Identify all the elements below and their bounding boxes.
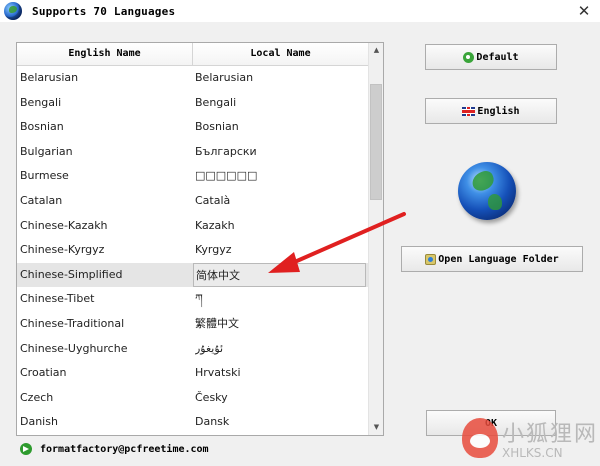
scroll-up-arrow-icon[interactable]: ▲ xyxy=(369,43,383,58)
english-name: Bengali xyxy=(20,95,62,109)
local-name: Català xyxy=(195,193,231,207)
english-name: Catalan xyxy=(20,193,63,207)
uk-flag-icon xyxy=(462,106,476,116)
english-button-label: English xyxy=(477,105,520,117)
english-name: Chinese-Traditional xyxy=(20,316,125,330)
open-language-folder-button[interactable]: Open Language Folder xyxy=(401,246,583,272)
local-name: Kyrgyz xyxy=(195,243,232,257)
english-name: Chinese-Uyghurche xyxy=(20,341,128,355)
green-circle-icon xyxy=(463,51,475,63)
open-folder-button-label: Open Language Folder xyxy=(438,253,559,265)
folder-icon xyxy=(425,253,437,265)
local-name: Bengali xyxy=(195,95,237,109)
status-bar: formatfactory@pcfreetime.com xyxy=(20,441,209,457)
contact-email[interactable]: formatfactory@pcfreetime.com xyxy=(40,444,209,455)
local-name: 繁體中文 xyxy=(195,316,239,330)
local-name: Hrvatski xyxy=(195,366,241,380)
default-button-label: Default xyxy=(476,51,519,63)
watermark-url: XHLKS.CN xyxy=(502,446,563,460)
english-name: Bulgarian xyxy=(20,144,73,158)
title-bar: Supports 70 Languages ✕ xyxy=(0,0,600,22)
list-row[interactable]: Danish Dansk xyxy=(17,410,368,435)
list-row[interactable]: Bengali Bengali xyxy=(17,91,368,116)
list-row-selected[interactable]: Chinese-Simplified 简体中文 xyxy=(17,262,368,288)
local-name: □□□□□□ xyxy=(195,169,258,183)
globe-icon xyxy=(458,162,516,220)
local-name: Bosnian xyxy=(195,120,239,134)
english-name: Czech xyxy=(20,390,54,404)
local-name: Kazakh xyxy=(195,218,235,232)
english-name: Chinese-Kazakh xyxy=(20,218,108,232)
list-row[interactable]: Burmese □□□□□□ xyxy=(17,164,368,189)
english-name: Croatian xyxy=(20,366,67,380)
scroll-thumb[interactable] xyxy=(370,84,382,200)
list-row[interactable]: Czech Česky xyxy=(17,386,368,411)
vertical-scrollbar[interactable]: ▲ ▼ xyxy=(368,43,383,435)
local-name: 简体中文 xyxy=(193,262,366,288)
english-name: Chinese-Tibet xyxy=(20,292,95,306)
green-arrow-icon xyxy=(20,443,32,455)
english-name: Burmese xyxy=(20,169,69,183)
english-button[interactable]: English xyxy=(425,98,557,124)
list-header: English Name Local Name xyxy=(17,43,368,66)
scroll-down-arrow-icon[interactable]: ▼ xyxy=(369,420,383,435)
local-name: Česky xyxy=(195,390,228,404)
english-name: Chinese-Kyrgyz xyxy=(20,243,105,257)
english-name: Danish xyxy=(20,415,58,429)
default-button[interactable]: Default xyxy=(425,44,557,70)
window-title: Supports 70 Languages xyxy=(32,5,176,18)
column-header-local[interactable]: Local Name xyxy=(193,43,368,65)
list-row[interactable]: Chinese-Tibet ཀ xyxy=(17,287,368,312)
local-name: Български xyxy=(195,144,257,158)
english-name: Belarusian xyxy=(20,71,79,84)
list-row[interactable]: Chinese-Uyghurche ئۇيغۇر xyxy=(17,337,368,362)
list-row[interactable]: Croatian Hrvatski xyxy=(17,361,368,386)
list-row[interactable]: Bulgarian Български xyxy=(17,140,368,165)
globe-icon xyxy=(4,2,22,20)
list-row[interactable]: Chinese-Kazakh Kazakh xyxy=(17,214,368,239)
local-name: Belarusian xyxy=(195,71,254,84)
english-name: Chinese-Simplified xyxy=(20,267,123,281)
column-header-english[interactable]: English Name xyxy=(17,43,193,65)
list-row[interactable]: Bosnian Bosnian xyxy=(17,115,368,140)
local-name: ཀ xyxy=(195,292,203,306)
list-row[interactable]: Belarusian Belarusian xyxy=(17,66,368,91)
ok-button-label: OK xyxy=(484,417,498,429)
close-button[interactable]: ✕ xyxy=(572,0,596,22)
list-row[interactable]: Chinese-Kyrgyz Kyrgyz xyxy=(17,238,368,263)
ok-button[interactable]: OK xyxy=(426,410,556,436)
language-list[interactable]: English Name Local Name Belarusian Belaru… xyxy=(16,42,384,436)
local-name: Dansk xyxy=(195,415,230,429)
list-row[interactable]: Catalan Català xyxy=(17,189,368,214)
list-row[interactable]: Chinese-Traditional 繁體中文 xyxy=(17,312,368,337)
local-name: ئۇيغۇر xyxy=(195,341,224,355)
list-rows: Belarusian Belarusian Bengali Bengali Bosn… xyxy=(17,66,368,435)
english-name: Bosnian xyxy=(20,120,64,134)
